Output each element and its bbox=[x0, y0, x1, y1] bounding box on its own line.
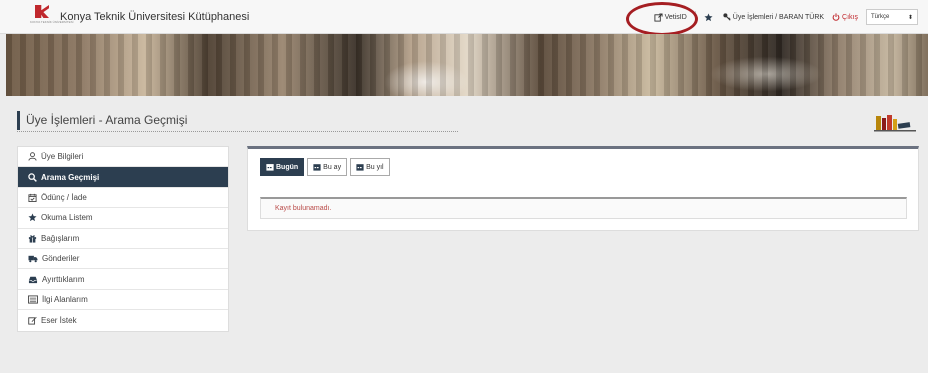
page-title: Üye İşlemleri - Arama Geçmişi bbox=[17, 111, 187, 130]
header-toolbar: VetisID Üye İşlemleri / BARAN TÜRK Çıkış… bbox=[646, 8, 918, 26]
logo-subtext: KONYA TEKNİK ÜNİVERSİTESİ bbox=[30, 20, 74, 24]
filter-this-month-label: Bu ay bbox=[323, 163, 342, 171]
vetis-label: VetisID bbox=[664, 13, 687, 21]
gift-icon bbox=[28, 235, 37, 243]
top-navbar: KONYA TEKNİK ÜNİVERSİTESİ Konya Teknik Ü… bbox=[0, 0, 928, 36]
sidebar-item-label: Üye Bilgileri bbox=[41, 152, 84, 162]
chevron-updown-icon: ⬍ bbox=[907, 14, 913, 21]
calendar-check-icon bbox=[28, 193, 37, 202]
edit-icon bbox=[28, 316, 37, 325]
favorites-button[interactable] bbox=[704, 12, 715, 22]
list-icon bbox=[28, 295, 38, 304]
sidebar-item-label: Ayırttıklarım bbox=[42, 274, 85, 284]
sidebar-item-reservations[interactable]: Ayırttıklarım bbox=[18, 269, 228, 290]
page-title-bar: Üye İşlemleri - Arama Geçmişi bbox=[17, 111, 458, 132]
filter-today-button[interactable]: Bugün bbox=[260, 158, 305, 176]
sidebar-item-label: Eser İstek bbox=[41, 315, 77, 325]
sidebar-item-shipments[interactable]: Gönderiler bbox=[18, 249, 228, 270]
filter-this-year-label: Bu yıl bbox=[366, 163, 384, 171]
search-icon bbox=[28, 172, 37, 182]
konya-university-logo-icon bbox=[35, 5, 49, 18]
library-banner-image bbox=[6, 34, 928, 96]
sidebar-item-reading-list[interactable]: Okuma Listem bbox=[18, 208, 228, 229]
vetis-link[interactable]: VetisID bbox=[654, 12, 687, 22]
books-icon bbox=[874, 115, 916, 132]
toolbar-divider bbox=[694, 11, 696, 23]
calendar-icon bbox=[356, 164, 364, 171]
no-records-message: Kayıt bulunamadı. bbox=[275, 205, 332, 212]
filter-today-label: Bugün bbox=[276, 163, 299, 171]
sidebar-item-label: Okuma Listem bbox=[41, 213, 93, 223]
sidebar-item-donations[interactable]: Bağışlarım bbox=[18, 229, 228, 249]
power-icon bbox=[832, 13, 840, 21]
star-icon bbox=[28, 213, 37, 222]
sidebar-item-book-request[interactable]: Eser İstek bbox=[18, 310, 228, 330]
sidebar-item-member-info[interactable]: Üye Bilgileri bbox=[18, 147, 228, 168]
inbox-icon bbox=[28, 276, 38, 283]
sidebar-item-label: Bağışlarım bbox=[41, 233, 80, 243]
sidebar-item-label: Ödünç / İade bbox=[41, 192, 87, 202]
university-logo[interactable]: KONYA TEKNİK ÜNİVERSİTESİ bbox=[30, 5, 74, 31]
calendar-icon bbox=[266, 164, 274, 171]
sidebar-item-label: Arama Geçmişi bbox=[41, 172, 100, 182]
key-icon bbox=[723, 13, 731, 21]
member-operations-link[interactable]: Üye İşlemleri / BARAN TÜRK bbox=[723, 13, 824, 21]
member-sidebar: Üye Bilgileri Arama Geçmişi Ödünç / İade… bbox=[17, 146, 229, 332]
no-records-alert: Kayıt bulunamadı. bbox=[260, 197, 907, 219]
sidebar-item-interests[interactable]: İlgi Alanlarım bbox=[18, 290, 228, 311]
external-edit-icon bbox=[654, 12, 663, 22]
logout-label: Çıkış bbox=[842, 13, 858, 21]
logout-link[interactable]: Çıkış bbox=[832, 13, 858, 21]
app-title[interactable]: Konya Teknik Üniversitesi Kütüphanesi bbox=[60, 11, 249, 23]
language-value: Türkçe bbox=[871, 14, 890, 20]
user-icon bbox=[28, 152, 37, 161]
calendar-icon bbox=[313, 164, 321, 171]
sidebar-item-label: Gönderiler bbox=[42, 254, 80, 264]
star-icon bbox=[704, 12, 713, 21]
date-filter-group: Bugün Bu ay Bu yıl bbox=[260, 158, 393, 176]
member-label: Üye İşlemleri / BARAN TÜRK bbox=[732, 13, 825, 21]
search-history-panel: Bugün Bu ay Bu yıl Kayıt bulunamadı. bbox=[247, 146, 919, 231]
truck-icon bbox=[28, 255, 38, 263]
language-select[interactable]: Türkçe ⬍ bbox=[866, 9, 918, 25]
sidebar-item-label: İlgi Alanlarım bbox=[42, 294, 88, 304]
sidebar-item-search-history[interactable]: Arama Geçmişi bbox=[18, 167, 228, 188]
sidebar-item-loans[interactable]: Ödünç / İade bbox=[18, 188, 228, 209]
filter-this-month-button[interactable]: Bu ay bbox=[307, 158, 348, 176]
filter-this-year-button[interactable]: Bu yıl bbox=[350, 158, 390, 176]
